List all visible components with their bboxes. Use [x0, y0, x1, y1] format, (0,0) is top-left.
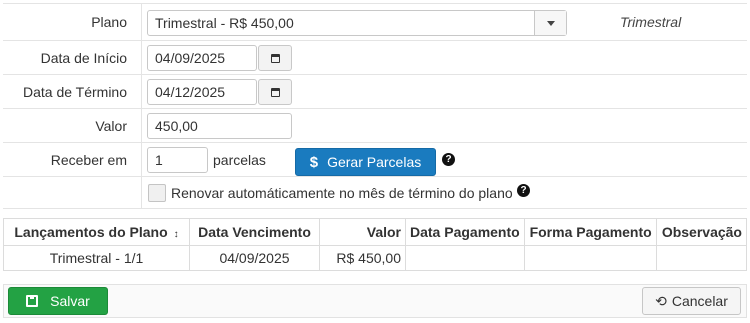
plano-row: Plano Trimestral - R$ 450,00 Trimestral	[3, 3, 747, 40]
table-cell: R$ 450,00	[319, 245, 406, 271]
cancel-label: Cancelar	[671, 293, 728, 309]
calendar-icon	[270, 87, 280, 97]
valor-label: Valor	[95, 117, 127, 134]
column-divider	[141, 75, 142, 108]
data-inicio-label: Data de Início	[40, 49, 127, 66]
table-cell: Trimestral - 1/1	[3, 245, 190, 271]
renovar-label: Renovar automáticamente no mês de términ…	[171, 184, 513, 201]
valor-row: Valor 450,00	[3, 108, 747, 142]
data-termino-row: Data de Término 04/12/2025	[3, 74, 747, 108]
plano-select[interactable]: Trimestral - R$ 450,00	[147, 10, 567, 36]
receber-row: Receber em 1 parcelas $ Gerar Parcelas ?	[3, 142, 747, 176]
col-forma-pagamento-header: Forma Pagamento	[524, 218, 657, 246]
column-divider	[141, 109, 142, 142]
plano-selected-value: Trimestral - R$ 450,00	[155, 15, 294, 31]
data-termino-input[interactable]: 04/12/2025	[147, 79, 257, 105]
save-label: Salvar	[50, 293, 90, 309]
lancamentos-table: Lançamentos do Plano ↕ Data Vencimento Va…	[3, 218, 748, 271]
table-cell	[405, 245, 525, 271]
parcelas-input[interactable]: 1	[147, 147, 208, 173]
table-header-row: Lançamentos do Plano ↕ Data Vencimento Va…	[3, 218, 748, 246]
save-button[interactable]: Salvar	[8, 287, 108, 315]
undo-icon: ⟲	[655, 292, 667, 309]
calendar-icon	[270, 53, 280, 63]
plano-dropdown-button[interactable]	[534, 11, 566, 35]
table-cell	[524, 245, 657, 271]
sort-icon: ↕	[173, 229, 179, 240]
column-divider	[141, 4, 142, 40]
help-icon[interactable]: ?	[517, 184, 530, 197]
plan-form: Plano Trimestral - R$ 450,00 Trimestral …	[3, 3, 747, 209]
col-data-pagamento-header: Data Pagamento	[405, 218, 525, 246]
gerar-parcelas-button[interactable]: $ Gerar Parcelas	[295, 148, 436, 176]
table-row[interactable]: Trimestral - 1/1 04/09/2025 R$ 450,00	[3, 245, 748, 271]
col-lancamentos-header[interactable]: Lançamentos do Plano ↕	[3, 218, 190, 246]
column-divider	[141, 177, 142, 208]
data-termino-label: Data de Término	[22, 83, 127, 100]
help-icon[interactable]: ?	[442, 153, 455, 166]
data-termino-calendar-button[interactable]	[258, 79, 292, 105]
data-inicio-input[interactable]: 04/09/2025	[147, 45, 257, 71]
gerar-parcelas-label: Gerar Parcelas	[327, 154, 422, 170]
renovar-row: Renovar automáticamente no mês de términ…	[3, 176, 747, 209]
table-cell: 04/09/2025	[189, 245, 320, 271]
column-divider	[141, 143, 142, 176]
floppy-disk-icon	[26, 295, 39, 307]
parcelas-unit-label: parcelas	[213, 151, 266, 168]
table-cell	[656, 245, 748, 271]
valor-input[interactable]: 450,00	[147, 113, 292, 139]
data-inicio-calendar-button[interactable]	[258, 45, 292, 71]
footer-bar: Salvar ⟲ Cancelar	[3, 284, 747, 318]
cancel-button[interactable]: ⟲ Cancelar	[642, 287, 741, 315]
col-data-vencimento-header: Data Vencimento	[189, 218, 320, 246]
dollar-icon: $	[309, 153, 319, 171]
col-valor-header: Valor	[319, 218, 406, 246]
renovar-checkbox[interactable]	[148, 184, 166, 202]
plano-label: Plano	[91, 14, 127, 30]
col-observacao-header: Observação	[656, 218, 748, 246]
receber-label: Receber em	[50, 151, 127, 168]
chevron-down-icon	[546, 20, 555, 26]
column-divider	[141, 41, 142, 74]
data-inicio-row: Data de Início 04/09/2025	[3, 40, 747, 74]
plano-hint: Trimestral	[620, 14, 682, 30]
